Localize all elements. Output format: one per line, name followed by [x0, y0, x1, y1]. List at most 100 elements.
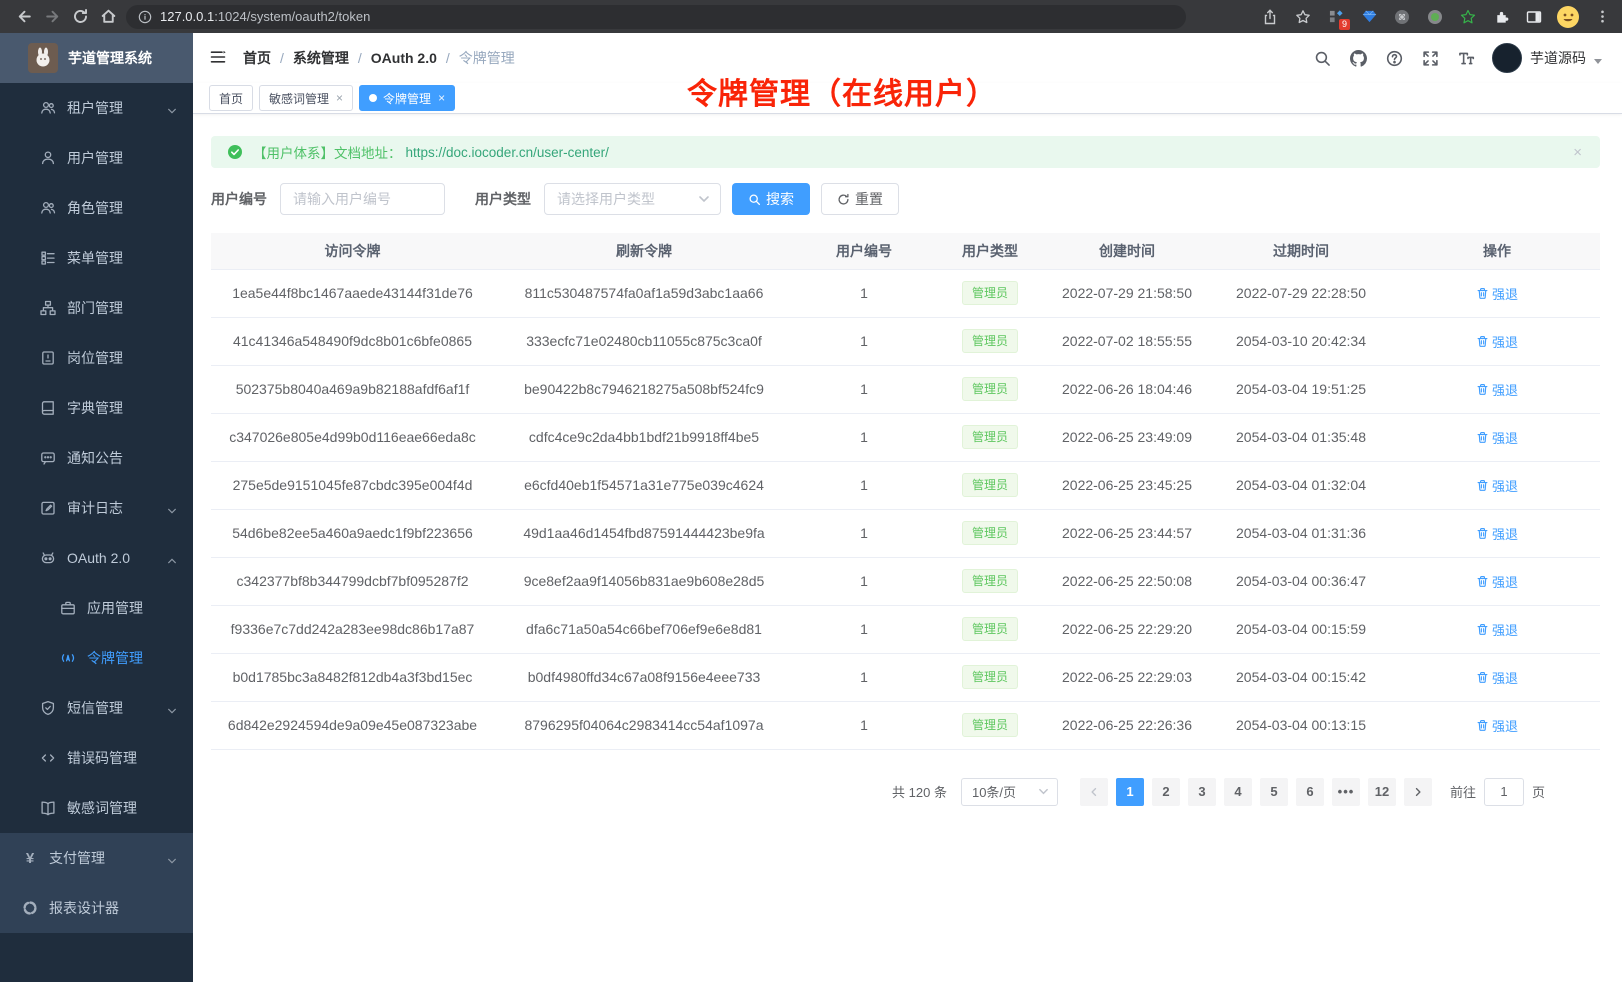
table-row: 54d6be82ee5a460a9aedc1f9bf223656 49d1aa4… [211, 509, 1600, 557]
page-size-select[interactable]: 10条/页 [961, 778, 1058, 806]
sidebar-item-dict[interactable]: 字典管理 [0, 383, 193, 433]
doc-link[interactable]: https://doc.iocoder.cn/user-center/ [406, 145, 609, 160]
access-token-cell: 41c41346a548490f9dc8b01c6bfe0865 [211, 317, 494, 365]
user-type-tag: 管理员 [962, 569, 1018, 593]
extension-star-icon[interactable] [1458, 7, 1478, 27]
sidebar-item-sensitive[interactable]: 敏感词管理 [0, 783, 193, 833]
browser-menu-icon[interactable] [1592, 7, 1612, 27]
extension-command-icon[interactable]: ⌘ [1392, 7, 1412, 27]
page-button-4[interactable]: 4 [1224, 778, 1252, 806]
page-button-3[interactable]: 3 [1188, 778, 1216, 806]
user-id-input[interactable] [280, 183, 445, 215]
user-id-cell: 1 [794, 365, 934, 413]
trash-icon [1476, 719, 1489, 732]
breadcrumb-system[interactable]: 系统管理 [293, 48, 349, 68]
table-row: 1ea5e44f8bc1467aaede43144f31de76 811c530… [211, 269, 1600, 317]
user-id-label: 用户编号 [211, 189, 267, 209]
help-icon[interactable] [1384, 48, 1404, 68]
force-logout-button[interactable]: 强退 [1476, 716, 1518, 735]
reset-button[interactable]: 重置 [821, 183, 899, 215]
search-button[interactable]: 搜索 [732, 183, 810, 215]
sidebar-item-report[interactable]: 报表设计器 [0, 883, 193, 933]
share-icon[interactable] [1260, 7, 1280, 27]
sidebar-item-errcode[interactable]: 错误码管理 [0, 733, 193, 783]
address-bar[interactable]: 127.0.0.1:1024/system/oauth2/token [126, 5, 1186, 29]
browser-forward-icon[interactable] [38, 3, 66, 31]
alert-close-icon[interactable]: × [1573, 145, 1582, 160]
prev-page-button[interactable] [1080, 778, 1108, 806]
extension-puzzle-icon[interactable] [1491, 7, 1511, 27]
force-logout-button[interactable]: 强退 [1476, 476, 1518, 495]
sidebar-item-role[interactable]: 角色管理 [0, 183, 193, 233]
access-token-cell: 6d842e2924594de9a09e45e087323abe [211, 701, 494, 749]
sidebar-item-notice[interactable]: 通知公告 [0, 433, 193, 483]
force-logout-button[interactable]: 强退 [1476, 332, 1518, 351]
force-logout-button[interactable]: 强退 [1476, 380, 1518, 399]
force-logout-button[interactable]: 强退 [1476, 572, 1518, 591]
browser-reload-icon[interactable] [66, 3, 94, 31]
extension-gem-icon[interactable] [1359, 7, 1379, 27]
more-pages-button[interactable]: ••• [1332, 778, 1360, 806]
sidebar-item-pay[interactable]: ¥ 支付管理 [0, 833, 193, 883]
col-access-token: 访问令牌 [211, 233, 494, 269]
sidebar-item-audit[interactable]: 审计日志 [0, 483, 193, 533]
user-menu[interactable]: 芋道源码 [1492, 43, 1602, 73]
breadcrumb-home[interactable]: 首页 [243, 48, 271, 68]
sidebar-item-sms[interactable]: 短信管理 [0, 683, 193, 733]
tab-home[interactable]: 首页 [209, 85, 253, 111]
search-icon[interactable] [1312, 48, 1332, 68]
browser-home-icon[interactable] [94, 3, 122, 31]
extension-wallet-icon[interactable]: 9 [1326, 7, 1346, 27]
expire-time-cell: 2054-03-04 00:13:15 [1208, 701, 1394, 749]
bookmark-star-icon[interactable] [1293, 7, 1313, 27]
refresh-token-cell: 49d1aa46d1454fbd87591444423be9fa [494, 509, 794, 557]
chevron-down-icon [1038, 786, 1049, 797]
browser-back-icon[interactable] [10, 3, 38, 31]
next-page-button[interactable] [1404, 778, 1432, 806]
page-button-1[interactable]: 1 [1116, 778, 1144, 806]
user-type-tag: 管理员 [962, 425, 1018, 449]
font-size-icon[interactable] [1456, 48, 1476, 68]
page-button-6[interactable]: 6 [1296, 778, 1324, 806]
expire-time-cell: 2054-03-04 00:36:47 [1208, 557, 1394, 605]
breadcrumb-oauth[interactable]: OAuth 2.0 [371, 50, 437, 66]
goto-page-input[interactable] [1484, 778, 1524, 806]
force-logout-button[interactable]: 强退 [1476, 668, 1518, 687]
extension-record-icon[interactable] [1425, 7, 1445, 27]
close-icon[interactable]: × [336, 92, 343, 104]
chevron-down-icon [167, 503, 177, 513]
sidebar-item-oauth[interactable]: OAuth 2.0 [0, 533, 193, 583]
github-icon[interactable] [1348, 48, 1368, 68]
force-logout-button[interactable]: 强退 [1476, 620, 1518, 639]
created-time-cell: 2022-07-29 21:58:50 [1046, 269, 1208, 317]
sidebar-item-user[interactable]: 用户管理 [0, 133, 193, 183]
sidebar-collapse-icon[interactable] [209, 48, 227, 69]
page-button-2[interactable]: 2 [1152, 778, 1180, 806]
sidebar-item-oauth-app[interactable]: 应用管理 [0, 583, 193, 633]
force-logout-button[interactable]: 强退 [1476, 284, 1518, 303]
force-logout-button[interactable]: 强退 [1476, 428, 1518, 447]
sidebar-item-menu[interactable]: 菜单管理 [0, 233, 193, 283]
sidebar-item-oauth-token[interactable]: 令牌管理 [0, 633, 193, 683]
tab-sensitive[interactable]: 敏感词管理× [259, 85, 353, 111]
yen-icon: ¥ [22, 850, 38, 867]
refresh-token-cell: 811c530487574fa0af1a59d3abc1aa66 [494, 269, 794, 317]
close-icon[interactable]: × [438, 92, 445, 104]
sidebar-menu: 租户管理 用户管理 角色管理 菜单管理 部门管理 [0, 83, 193, 982]
trash-icon [1476, 575, 1489, 588]
created-time-cell: 2022-06-25 22:29:03 [1046, 653, 1208, 701]
sidebar-item-post[interactable]: 岗位管理 [0, 333, 193, 383]
user-type-select[interactable]: 请选择用户类型 [544, 183, 721, 215]
force-logout-button[interactable]: 强退 [1476, 524, 1518, 543]
extension-sidepanel-icon[interactable] [1524, 7, 1544, 27]
page-button-5[interactable]: 5 [1260, 778, 1288, 806]
page-button-12[interactable]: 12 [1368, 778, 1396, 806]
table-row: 502375b8040a469a9b82188afdf6af1f be90422… [211, 365, 1600, 413]
briefcase-icon [60, 600, 76, 616]
tab-token[interactable]: 令牌管理× [359, 85, 455, 111]
fullscreen-icon[interactable] [1420, 48, 1440, 68]
sidebar-item-tenant[interactable]: 租户管理 [0, 83, 193, 133]
profile-avatar[interactable] [1557, 6, 1579, 28]
sidebar-item-dept[interactable]: 部门管理 [0, 283, 193, 333]
goto-label: 前往 [1450, 782, 1476, 801]
